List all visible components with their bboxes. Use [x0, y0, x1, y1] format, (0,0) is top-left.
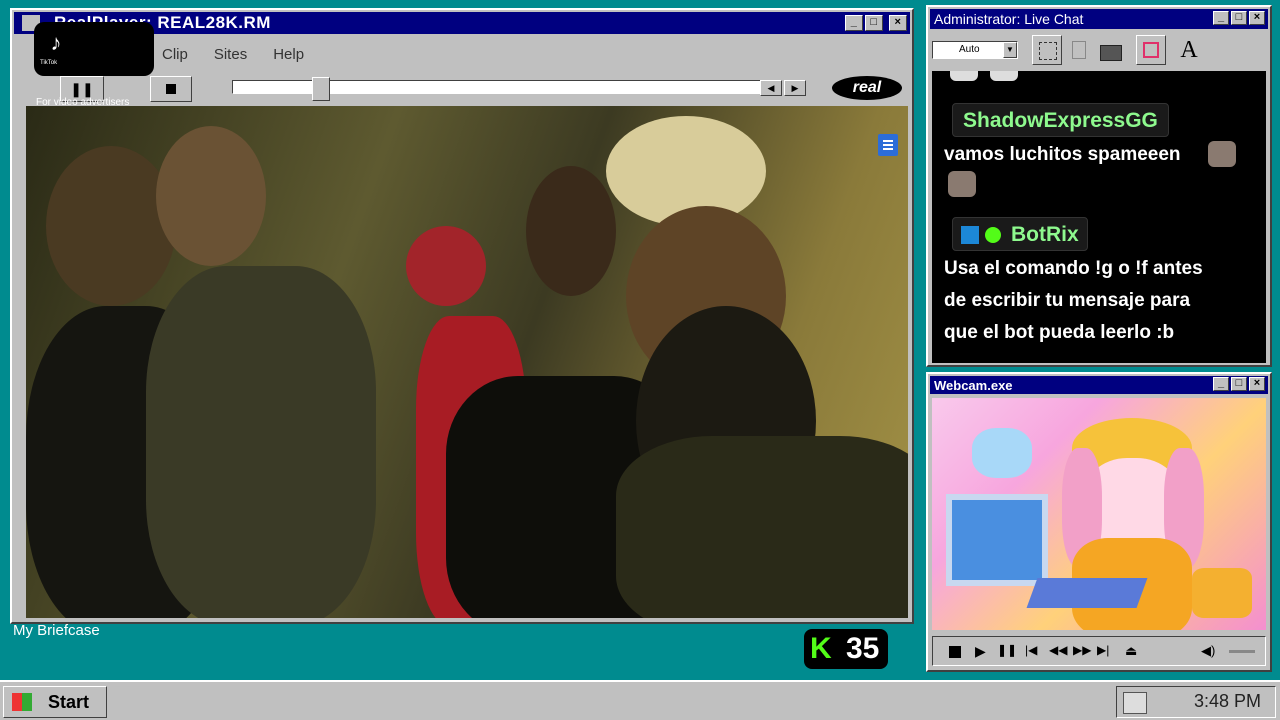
play-icon[interactable]: ▶	[975, 643, 986, 660]
tiktok-badge: ♪ TikTok	[34, 22, 154, 76]
font-tool-icon[interactable]: A	[1174, 35, 1204, 65]
chat-titlebar[interactable]: Administrator: Live Chat _ □ ×	[930, 9, 1268, 29]
chat-message-line: Usa el comando !g o !f antes	[944, 258, 1203, 279]
webcam-title: Webcam.exe	[934, 377, 1013, 393]
chat-message-text: vamos luchitos spameeen	[944, 144, 1181, 165]
webcam-window: Webcam.exe _ □ × ▶ ❚❚ |◀ ◀◀ ▶▶ ▶| ⏏ ◀)	[926, 372, 1272, 672]
video-frame[interactable]	[26, 106, 908, 618]
bot-username: BotRix	[1011, 223, 1079, 246]
chat-maximize-button[interactable]: □	[1231, 11, 1247, 25]
fast-forward-icon[interactable]: ▶▶	[1073, 643, 1091, 657]
webcam-titlebar[interactable]: Webcam.exe _ □ ×	[930, 376, 1268, 394]
briefcase-label[interactable]: My Briefcase	[13, 622, 100, 639]
bot-badge-icon	[961, 226, 979, 244]
webcam-image	[932, 398, 1266, 630]
stop-button[interactable]	[150, 76, 192, 102]
forward-button[interactable]: ▶	[784, 80, 806, 96]
realplayer-window: RealPlayer: REAL28K.RM _ □ × Clip Sites …	[10, 8, 914, 624]
start-label: Start	[48, 692, 90, 712]
webcam-maximize-button[interactable]: □	[1231, 377, 1247, 391]
player-controls: ❚❚ ◀ ▶ real	[32, 74, 902, 104]
minimize-button[interactable]: _	[845, 15, 863, 31]
chat-username[interactable]: ShadowExpressGG	[952, 103, 1169, 137]
volume-icon[interactable]: ◀)	[1201, 643, 1215, 659]
webcam-minimize-button[interactable]: _	[1213, 377, 1229, 391]
skip-forward-icon[interactable]: ▶|	[1097, 643, 1109, 657]
pause-icon[interactable]: ❚❚	[997, 643, 1017, 657]
chat-title: Administrator: Live Chat	[934, 11, 1084, 27]
tiktok-icon: ♪	[50, 30, 62, 55]
tiktok-label: TikTok	[40, 60, 58, 66]
webcam-controls: ▶ ❚❚ |◀ ◀◀ ▶▶ ▶| ⏏ ◀)	[932, 636, 1266, 666]
menu-clip[interactable]: Clip	[162, 46, 188, 63]
rewind-button[interactable]: ◀	[760, 80, 782, 96]
verified-icon	[985, 227, 1001, 243]
briefcase-tool-icon[interactable]	[1096, 35, 1126, 65]
skip-back-icon[interactable]: |◀	[1025, 643, 1037, 657]
chat-toolbar: Auto ▼ A	[930, 33, 1268, 69]
live-chat-window: Administrator: Live Chat _ □ × Auto ▼ A …	[926, 5, 1272, 367]
close-button[interactable]: ×	[889, 15, 907, 31]
chat-username-bot[interactable]: BotRix	[952, 217, 1088, 251]
real-logo: real	[832, 76, 902, 100]
menu-sites[interactable]: Sites	[214, 46, 247, 63]
chat-close-button[interactable]: ×	[1249, 11, 1265, 25]
chat-messages: ShadowExpressGG vamos luchitos spameeen …	[932, 71, 1266, 363]
system-tray: 3:48 PM	[1116, 686, 1276, 718]
font-size-value: Auto	[959, 44, 980, 55]
start-button[interactable]: Start	[3, 686, 107, 718]
viewer-count: 35	[846, 632, 880, 665]
volume-slider[interactable]	[1229, 650, 1255, 653]
chat-message-line: que el bot pueda leerlo :b	[944, 322, 1175, 343]
taskbar: Start 3:48 PM	[0, 680, 1280, 720]
eject-icon[interactable]: ⏏	[1125, 643, 1137, 659]
menu-bar: Clip Sites Help	[162, 46, 304, 63]
stop-icon[interactable]	[949, 646, 961, 658]
seek-slider[interactable]	[232, 77, 762, 101]
emote-row	[990, 71, 1018, 81]
chevron-down-icon[interactable]: ▼	[1003, 42, 1017, 58]
seek-knob[interactable]	[312, 77, 331, 101]
webcam-close-button[interactable]: ×	[1249, 377, 1265, 391]
font-size-combo[interactable]: Auto ▼	[932, 41, 1018, 59]
scheduler-icon[interactable]	[1123, 692, 1147, 714]
windows-logo-icon	[12, 693, 32, 711]
select-tool-icon[interactable]	[1032, 35, 1062, 65]
kick-icon: K	[810, 632, 832, 665]
emote-row	[950, 71, 978, 81]
chat-message-line: de escribir tu mensaje para	[944, 290, 1191, 311]
emote-image	[948, 171, 976, 197]
clock[interactable]: 3:48 PM	[1194, 691, 1261, 712]
menu-help[interactable]: Help	[273, 46, 304, 63]
menu-icon[interactable]	[878, 134, 898, 156]
kick-viewer-count: K 35	[804, 629, 888, 669]
maximize-button[interactable]: □	[865, 15, 883, 31]
ad-label: For video advertisers	[36, 97, 130, 108]
target-tool-icon[interactable]	[1136, 35, 1166, 65]
copy-tool-icon[interactable]	[1064, 35, 1094, 65]
rewind-icon[interactable]: ◀◀	[1049, 643, 1067, 657]
emote-image	[1208, 141, 1236, 167]
chat-minimize-button[interactable]: _	[1213, 11, 1229, 25]
